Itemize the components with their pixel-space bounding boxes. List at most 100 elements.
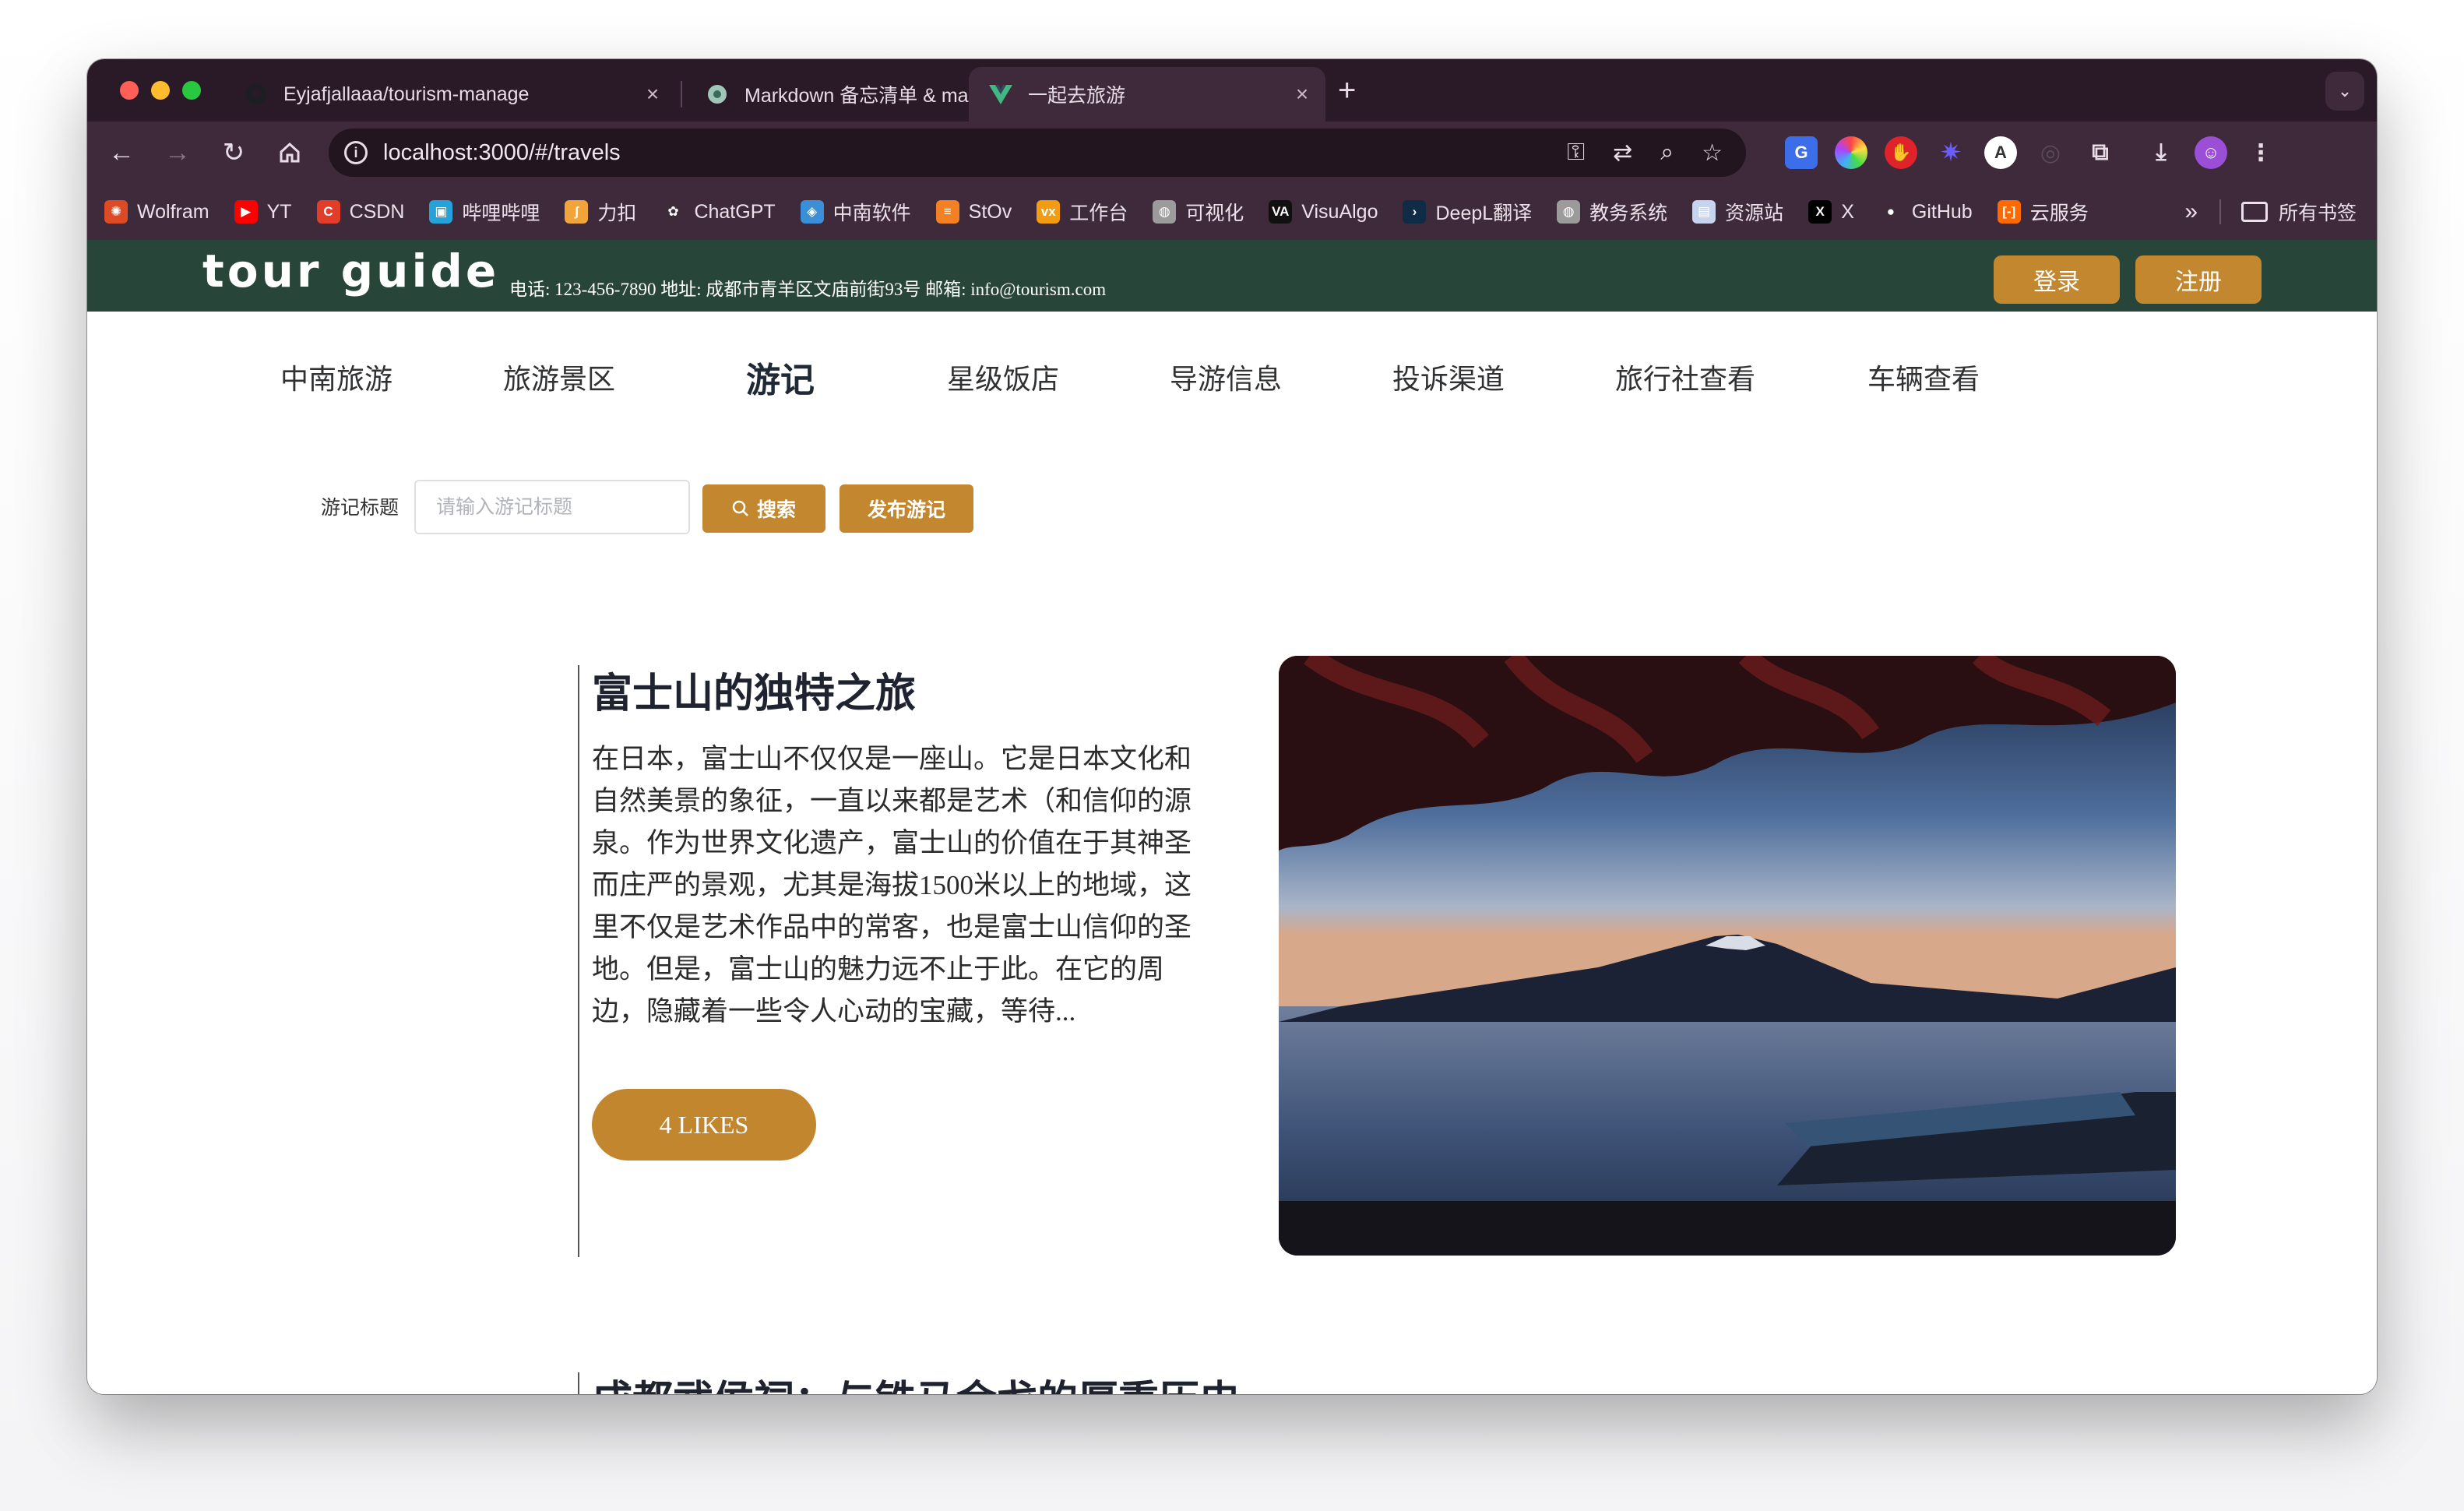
avatar[interactable]: ☺ [2195,136,2227,169]
bookmark-item[interactable]: C CSDN [316,200,404,224]
color-picker-extension-icon[interactable] [1835,136,1867,169]
bookmark-item[interactable]: XX [1808,200,1854,224]
site-info-icon[interactable]: i [344,141,368,164]
post-divider [578,1372,579,1394]
nav-star-hotels[interactable]: 星级饭店 [947,357,1059,397]
tab-separator [681,81,682,107]
bookmark-item[interactable]: ≡ StOv [935,200,1012,224]
url-text[interactable]: localhost:3000/#/travels [383,140,621,166]
nav-complaints[interactable]: 投诉渠道 [1392,357,1505,397]
extensions-puzzle-icon[interactable]: ⧉ [2084,136,2117,169]
contact-info: 电话: 123-456-7890 地址: 成都市青羊区文庙前街93号 邮箱: i… [509,280,1107,299]
nav-travel-agencies[interactable]: 旅行社查看 [1615,357,1755,397]
all-bookmarks-button[interactable]: 所有书签 [2240,184,2357,240]
publish-travel-note-button[interactable]: 发布游记 [840,484,973,533]
site-header: tour guide 电话: 123-456-7890 地址: 成都市青羊区文庙… [87,240,2377,312]
login-button[interactable]: 登录 [1994,255,2120,304]
travel-title-search-input[interactable] [414,480,690,534]
bookmark-item[interactable]: ● GitHub [1879,200,1973,224]
bookmark-item[interactable]: ʃ 力扣 [565,198,636,226]
browser-toolbar: ← → ↻ i localhost:3000/#/travels ⚿ ⇄ ⌕ ☆… [87,122,2377,184]
bookmark-star-icon[interactable]: ☆ [1702,139,1723,167]
bookmark-label: DeepL翻译 [1435,203,1533,224]
bookmark-label: StOv [968,200,1012,223]
tab-travel-site[interactable]: 一起去旅游 × [969,67,1325,122]
site-logo[interactable]: tour guide [202,245,499,298]
close-tab-icon[interactable]: × [1287,82,1318,107]
bookmark-label: 力扣 [597,203,637,224]
tab-github[interactable]: Eyjafjallaaa/tourism-manage × [224,67,676,122]
bookmark-item[interactable]: ▤ 资源站 [1692,198,1783,226]
profile-a-extension-icon[interactable]: A [1984,136,2017,169]
bookmark-item[interactable]: vx 工作台 [1037,198,1128,226]
search-button[interactable]: 搜索 [702,484,825,533]
vx-icon: vx [1037,200,1061,224]
address-bar[interactable]: i localhost:3000/#/travels ⚿ ⇄ ⌕ ☆ [329,129,1746,177]
adblock-extension-icon[interactable]: ✋ [1885,136,1917,169]
bookmarks-divider [2219,199,2221,224]
bookmark-label: X [1841,200,1854,223]
disabled-extension-icon[interactable]: ◎ [2034,136,2067,169]
bookmark-item[interactable]: VA VisuAlgo [1269,200,1378,224]
deepl-icon: › [1403,200,1427,224]
close-window-button[interactable] [120,81,139,100]
likes-button[interactable]: 4 LIKES [592,1089,816,1161]
bookmark-item[interactable]: [-] 云服务 [1997,198,2089,226]
zoom-icon[interactable]: ⌕ [1660,139,1674,166]
page-content: tour guide 电话: 123-456-7890 地址: 成都市青羊区文庙… [87,240,2377,1394]
post-title[interactable]: 富士山的独特之旅 [592,660,916,719]
bookmark-item[interactable]: ✿ ChatGPT [661,200,775,224]
close-tab-icon[interactable]: × [637,82,668,107]
forward-arrow-icon[interactable]: → [157,132,198,173]
github-icon [245,83,268,106]
back-arrow-icon[interactable]: ← [101,132,142,173]
search-button-label: 搜索 [756,499,796,521]
home-icon[interactable] [269,132,310,173]
vue-icon [989,83,1012,106]
search-label: 游记标题 [321,498,400,519]
csu-icon: ◈ [800,200,824,224]
markdown-site-icon [706,83,729,106]
bookmark-label: 云服务 [2029,203,2089,224]
new-tab-button[interactable]: + [1338,73,1356,108]
folder-icon [2240,202,2268,222]
post-title[interactable]: 成都武侯祠：与铁马金戈的厚重历史 [592,1368,1240,1394]
minimize-window-button[interactable] [151,81,170,100]
all-bookmarks-label: 所有书签 [2278,203,2357,224]
bookmark-item[interactable]: › DeepL翻译 [1403,198,1532,226]
bookmark-label: YT [266,200,292,223]
visualgo-icon: VA [1269,200,1293,224]
nav-vehicles[interactable]: 车辆查看 [1867,357,1980,397]
bookmark-item[interactable]: ◍ 可视化 [1153,198,1244,226]
mount-fuji-lake-photo[interactable] [1279,656,2176,1256]
maximize-window-button[interactable] [182,81,201,100]
bookmark-label: 可视化 [1185,203,1244,224]
bookmark-item[interactable]: ▣ 哔哩哔哩 [429,198,540,226]
more-bookmarks-chevron-icon[interactable]: » [2184,184,2198,240]
menu-kebab-icon[interactable]: ⋮ [2244,136,2277,169]
post-divider [578,665,579,1257]
tab-title: Eyjafjallaaa/tourism-manage [283,83,530,105]
bookmark-item[interactable]: ◈ 中南软件 [800,198,911,226]
nav-guide-info[interactable]: 导游信息 [1170,357,1282,397]
translate-icon[interactable]: ⇄ [1613,139,1632,167]
nav-travel-notes[interactable]: 游记 [746,352,815,402]
wolfram-icon: ✺ [104,200,128,224]
search-row: 游记标题 搜索 发布游记 [87,480,2377,534]
bookmark-label: Wolfram [137,200,209,223]
bookmark-item[interactable]: ✺ Wolfram [104,200,209,224]
chatgpt-icon: ✿ [667,204,679,219]
nav-scenic-areas[interactable]: 旅游景区 [503,357,615,397]
tab-strip: Eyjafjallaaa/tourism-manage × Markdown 备… [87,59,2377,122]
translate-extension-icon[interactable]: G [1785,136,1818,169]
bookmark-item[interactable]: ▶ YT [234,200,292,224]
bookmark-item[interactable]: ◍ 教务系统 [1557,198,1667,226]
tab-title: 一起去旅游 [1028,85,1126,107]
reload-icon[interactable]: ↻ [213,132,254,173]
nav-zhongnan-tourism[interactable]: 中南旅游 [280,357,392,397]
register-button[interactable]: 注册 [2135,255,2262,304]
download-icon[interactable]: ⤓ [2145,136,2177,169]
password-key-icon[interactable]: ⚿ [1567,139,1585,166]
tab-search-chevron-icon[interactable]: ⌄ [2325,72,2364,111]
gear-extension-icon[interactable]: ✷ [1934,136,1967,169]
